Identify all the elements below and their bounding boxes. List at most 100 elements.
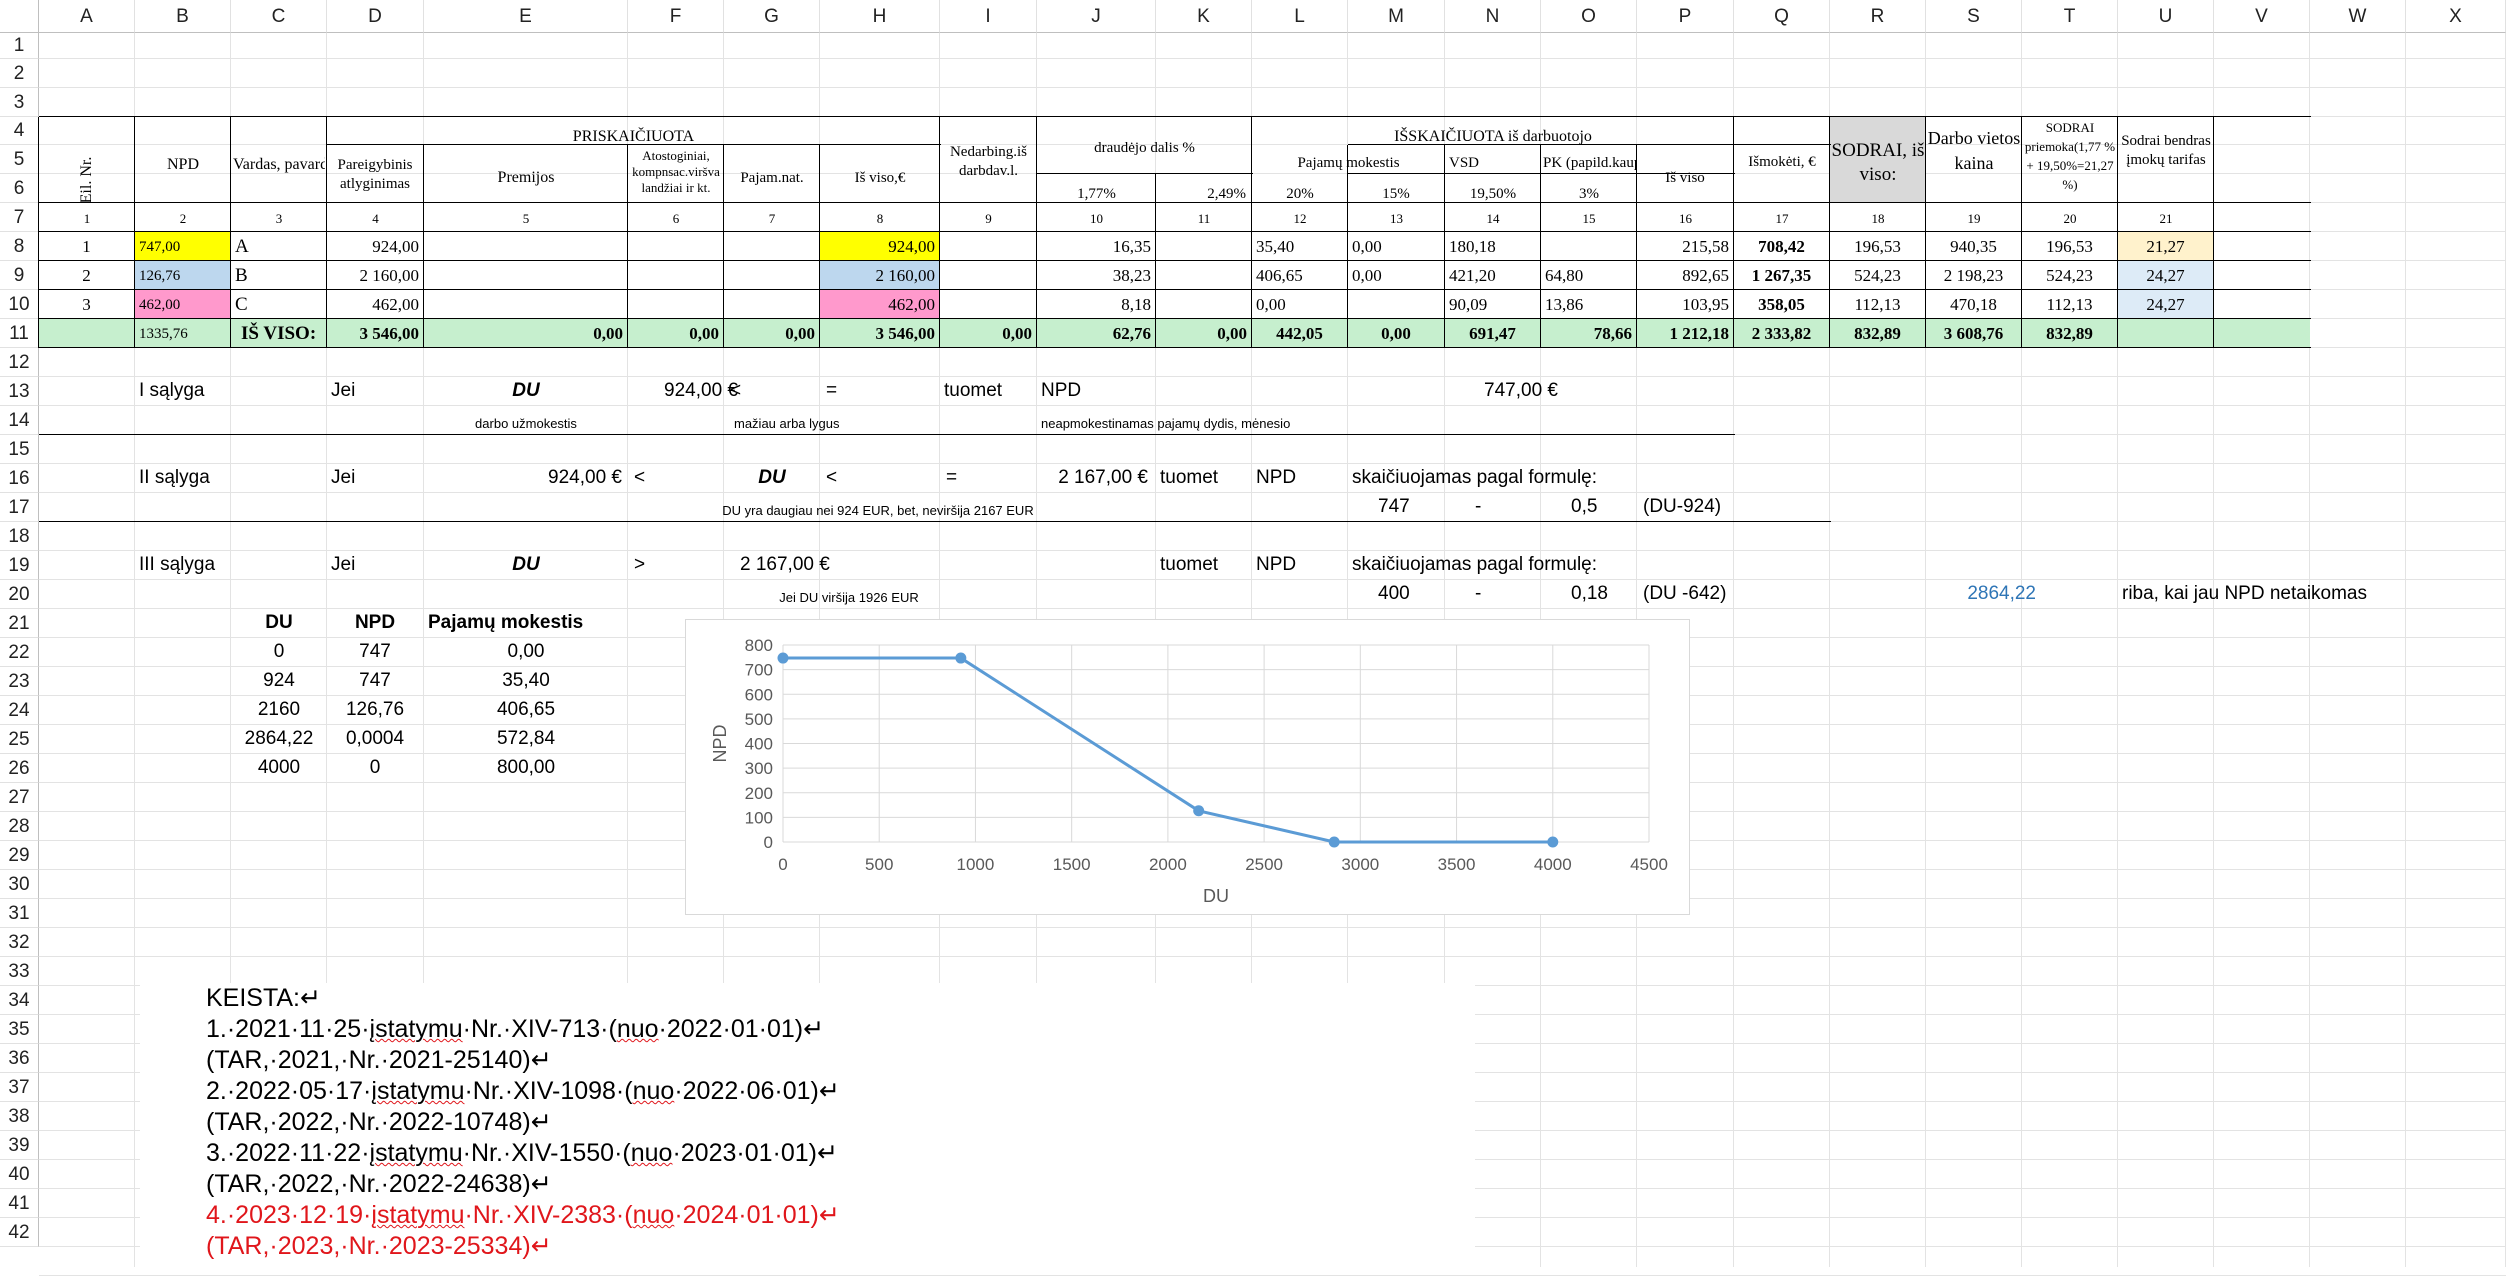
column-header-l[interactable]: L [1252, 0, 1348, 33]
emp-3-nr[interactable]: 3 [43, 295, 130, 315]
small-table-header-du[interactable]: DU [231, 613, 327, 633]
column-header-n[interactable]: N [1445, 0, 1541, 33]
row-header-40[interactable]: 40 [0, 1160, 39, 1189]
column-header-k[interactable]: K [1156, 0, 1252, 33]
row-header-20[interactable]: 20 [0, 580, 39, 609]
total-pk[interactable]: 78,66 [1545, 324, 1632, 344]
cond2-eq[interactable]: = [946, 468, 957, 488]
cond3-tuomet[interactable]: tuomet [1160, 555, 1218, 575]
row-header-22[interactable]: 22 [0, 638, 39, 667]
cond1-npd[interactable]: NPD [1041, 381, 1081, 401]
emp-2-draud[interactable]: 38,23 [1041, 266, 1151, 286]
column-header-h[interactable]: H [820, 0, 940, 33]
row-header-25[interactable]: 25 [0, 725, 39, 754]
column-header-r[interactable]: R [1830, 0, 1926, 33]
total-pareig[interactable]: 3 546,00 [331, 324, 420, 344]
cond2-f4[interactable]: (DU-924) [1643, 497, 1721, 517]
total-ismoketi[interactable]: 2 333,82 [1738, 324, 1825, 344]
total-isviso2[interactable]: 1 212,18 [1641, 324, 1730, 344]
total-isviso[interactable]: 3 546,00 [824, 324, 936, 344]
row-header-23[interactable]: 23 [0, 667, 39, 696]
emp-3-vsd[interactable]: 90,09 [1449, 295, 1536, 315]
emp-3-isviso2[interactable]: 103,95 [1641, 295, 1729, 315]
row-header-19[interactable]: 19 [0, 551, 39, 580]
small-table-du-2[interactable]: 2160 [231, 700, 327, 720]
cond2-npd[interactable]: NPD [1256, 468, 1296, 488]
row-header-26[interactable]: 26 [0, 754, 39, 783]
emp-1-name[interactable]: A [235, 237, 322, 257]
row-header-8[interactable]: 8 [0, 232, 39, 261]
small-table-pm-4[interactable]: 800,00 [424, 758, 628, 778]
row-header-38[interactable]: 38 [0, 1102, 39, 1131]
cond3-f4[interactable]: (DU -642) [1643, 584, 1726, 604]
cond2-du[interactable]: DU [724, 468, 820, 488]
emp-1-pm20[interactable]: 35,40 [1256, 237, 1343, 257]
cond2-f3[interactable]: 0,5 [1571, 497, 1597, 517]
cond2-jei[interactable]: Jei [331, 468, 355, 488]
row-header-37[interactable]: 37 [0, 1073, 39, 1102]
cond2-f2[interactable]: - [1475, 497, 1481, 517]
small-table-pm-0[interactable]: 0,00 [424, 642, 628, 662]
column-header-q[interactable]: Q [1734, 0, 1830, 33]
total-pm15[interactable]: 0,00 [1352, 324, 1440, 344]
column-header-o[interactable]: O [1541, 0, 1637, 33]
emp-2-tarifas[interactable]: 24,27 [2122, 266, 2209, 286]
column-header-d[interactable]: D [327, 0, 424, 33]
emp-2-pk[interactable]: 64,80 [1545, 266, 1632, 286]
cond3-f2[interactable]: - [1475, 584, 1481, 604]
cond3-f1[interactable]: 400 [1378, 584, 1410, 604]
row-header-24[interactable]: 24 [0, 696, 39, 725]
row-header-30[interactable]: 30 [0, 870, 39, 899]
emp-2-sodrai[interactable]: 524,23 [1834, 266, 1921, 286]
emp-3-sodrai[interactable]: 112,13 [1834, 295, 1921, 315]
small-table-npd-3[interactable]: 0,0004 [327, 729, 423, 749]
emp-1-ismoketi[interactable]: 708,42 [1738, 237, 1825, 257]
cond2-label[interactable]: II sąlyga [139, 468, 210, 488]
cond1-tuomet[interactable]: tuomet [944, 381, 1002, 401]
row-header-10[interactable]: 10 [0, 290, 39, 319]
emp-2-name[interactable]: B [235, 266, 322, 286]
emp-3-isviso[interactable]: 462,00 [824, 295, 935, 315]
cond1-note-du[interactable]: darbo užmokestis [424, 414, 628, 434]
total-npd[interactable]: 1335,76 [139, 324, 226, 344]
emp-2-isviso[interactable]: 2 160,00 [824, 266, 936, 286]
row-header-36[interactable]: 36 [0, 1044, 39, 1073]
cond3-note[interactable]: Jei DU viršija 1926 EUR [724, 588, 974, 608]
column-header-i[interactable]: I [940, 0, 1037, 33]
total-vsd[interactable]: 691,47 [1449, 324, 1536, 344]
emp-2-ismoketi[interactable]: 1 267,35 [1738, 266, 1825, 286]
column-header-m[interactable]: M [1348, 0, 1445, 33]
row-header-34[interactable]: 34 [0, 986, 39, 1015]
emp-1-isviso2[interactable]: 215,58 [1641, 237, 1729, 257]
row-header-16[interactable]: 16 [0, 464, 39, 493]
small-table-du-3[interactable]: 2864,22 [231, 729, 327, 749]
cond3-formula[interactable]: skaičiuojamas pagal formulę: [1352, 555, 1597, 575]
total-draud2[interactable]: 0,00 [1160, 324, 1247, 344]
cond1-eq[interactable]: = [826, 381, 837, 401]
column-header-e[interactable]: E [424, 0, 628, 33]
emp-2-nr[interactable]: 2 [43, 266, 130, 286]
emp-1-draud[interactable]: 16,35 [1041, 237, 1151, 257]
total-draud1[interactable]: 62,76 [1041, 324, 1151, 344]
small-table-pm-2[interactable]: 406,65 [424, 700, 628, 720]
emp-1-tarifas[interactable]: 21,27 [2122, 237, 2209, 257]
row-header-2[interactable]: 2 [0, 59, 39, 88]
column-header-u[interactable]: U [2118, 0, 2214, 33]
row-header-13[interactable]: 13 [0, 377, 39, 406]
column-header-a[interactable]: A [39, 0, 135, 33]
row-header-39[interactable]: 39 [0, 1131, 39, 1160]
cond3-jei[interactable]: Jei [331, 555, 355, 575]
cond2-lt2[interactable]: < [826, 468, 837, 488]
emp-1-sodrai[interactable]: 196,53 [1834, 237, 1921, 257]
cond1-note-neap[interactable]: neapmokestinamas pajamų dydis, mėnesio [1041, 414, 1290, 434]
total-nedarb[interactable]: 0,00 [944, 324, 1032, 344]
select-all-corner[interactable] [0, 0, 39, 33]
row-header-9[interactable]: 9 [0, 261, 39, 290]
small-table-npd-0[interactable]: 747 [327, 642, 423, 662]
emp-3-darbo[interactable]: 470,18 [1930, 295, 2017, 315]
row-header-17[interactable]: 17 [0, 493, 39, 522]
emp-3-pm20[interactable]: 0,00 [1256, 295, 1343, 315]
cond1-label[interactable]: I sąlyga [139, 381, 204, 401]
column-header-v[interactable]: V [2214, 0, 2310, 33]
cond2-value2[interactable]: 2 167,00 € [1037, 468, 1148, 488]
